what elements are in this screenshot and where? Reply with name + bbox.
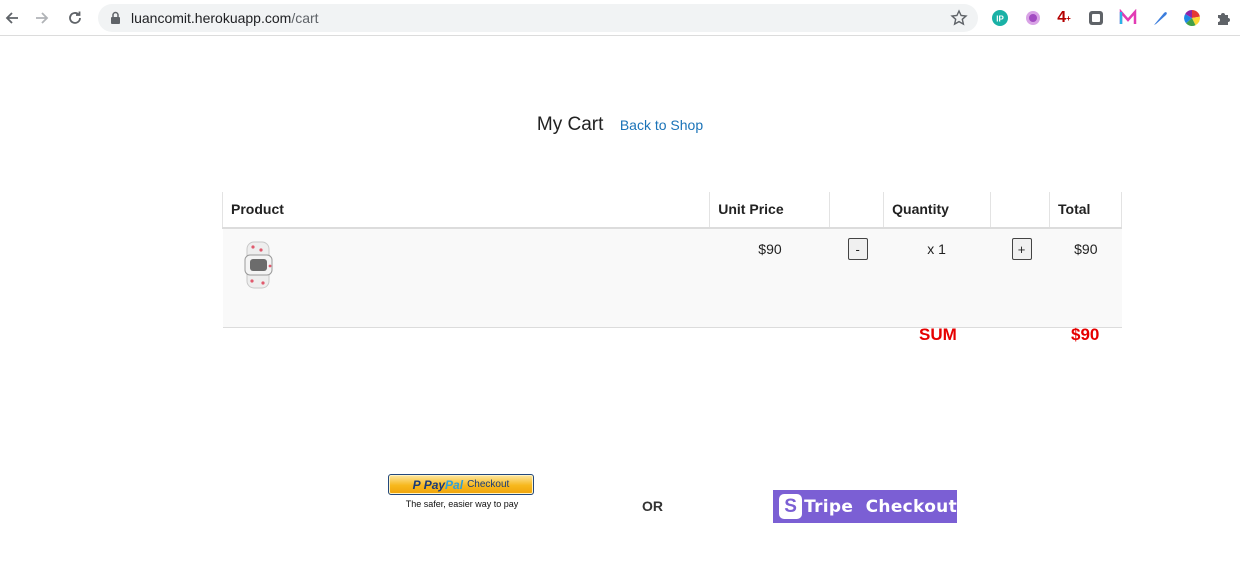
paypal-checkout: P Pay Pal Checkout The safer, easier way to… (388, 474, 536, 509)
browser-toolbar: luancomit.herokuapp.com/cart IP 4 + (0, 0, 1240, 36)
paypal-p-icon: P (412, 477, 421, 492)
smartwatch-band-thumbnail[interactable] (239, 239, 279, 291)
table-row: $90 - x 1 + $90 (222, 228, 1122, 328)
reload-button[interactable] (63, 6, 87, 30)
total-cell: $90 (1049, 228, 1122, 328)
svg-text:IP: IP (996, 15, 1004, 24)
url-text: luancomit.herokuapp.com/cart (131, 10, 319, 26)
column-header-total: Total (1049, 192, 1122, 229)
puzzle-icon[interactable] (1214, 8, 1234, 28)
decrement-cell: - (829, 228, 884, 328)
paypal-tagline: The safer, easier way to pay (405, 499, 519, 509)
paypal-checkout-label: Checkout (467, 479, 510, 490)
product-cell (222, 228, 710, 328)
m-icon[interactable] (1118, 8, 1138, 28)
bookmark-star-icon[interactable] (950, 9, 968, 27)
cart-table: Product Unit Price Quantity Total $90 - … (221, 192, 1122, 328)
color-wheel-icon[interactable] (1182, 8, 1202, 28)
or-separator: OR (642, 498, 663, 514)
arrow-left-icon (5, 12, 18, 24)
sum-value: $90 (1071, 325, 1100, 344)
stripe-checkout-button[interactable]: S Tripe Checkout (773, 490, 957, 523)
url-path: /cart (291, 10, 319, 26)
address-bar[interactable]: luancomit.herokuapp.com/cart (98, 4, 978, 32)
column-header-decrement (829, 192, 884, 229)
column-header-increment (990, 192, 1050, 229)
arrow-right-icon (36, 12, 49, 24)
forward-button[interactable] (30, 6, 54, 30)
quantity-cell: x 1 (883, 228, 991, 328)
ip-icon[interactable]: IP (990, 8, 1010, 28)
table-header-row: Product Unit Price Quantity Total (221, 192, 1122, 229)
decrement-button[interactable]: - (847, 238, 868, 260)
increment-button[interactable]: + (1011, 238, 1032, 260)
page-title: My Cart (536, 114, 604, 135)
paypal-pay-text: Pay (423, 477, 446, 492)
back-button[interactable] (0, 6, 24, 30)
stripe-checkout-label: Tripe Checkout (804, 496, 957, 517)
unit-price-cell: $90 (709, 228, 830, 328)
column-header-product: Product (221, 192, 710, 229)
sum-label: SUM (919, 325, 957, 344)
four-icon[interactable]: 4 + (1054, 8, 1074, 28)
paypal-pal-text: Pal (445, 477, 464, 492)
purple-circle-icon[interactable] (1023, 8, 1043, 28)
paypal-checkout-button[interactable]: P Pay Pal Checkout (388, 474, 534, 495)
stripe-s-icon: S (779, 494, 803, 519)
url-host: luancomit.herokuapp.com (131, 10, 292, 26)
reload-icon (69, 11, 81, 24)
back-to-shop-link[interactable]: Back to Shop (620, 117, 703, 133)
column-header-unit-price: Unit Price (709, 192, 830, 229)
increment-cell: + (990, 228, 1050, 328)
feather-icon[interactable] (1150, 8, 1170, 28)
column-header-quantity: Quantity (883, 192, 991, 229)
lock-icon (111, 11, 120, 24)
cart-header: My Cart Back to Shop (0, 114, 1240, 136)
square-icon[interactable] (1086, 8, 1106, 28)
